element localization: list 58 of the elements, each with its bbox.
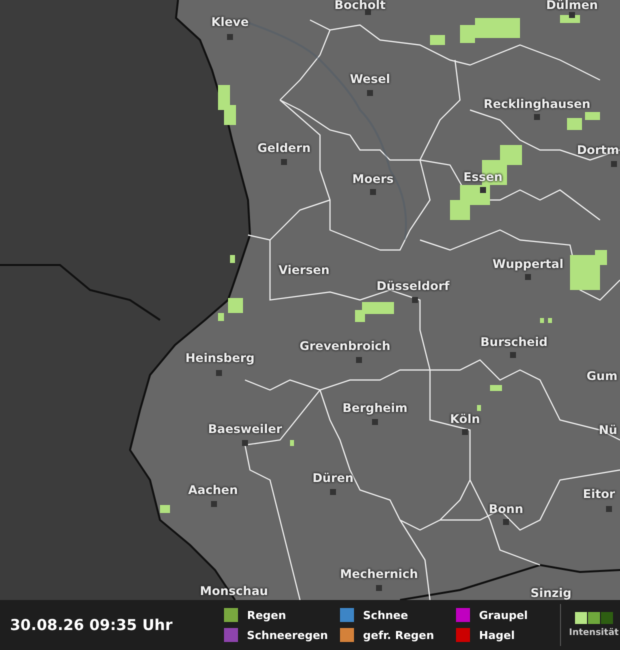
city-marker-icon (211, 501, 217, 507)
city-marker-icon (611, 161, 617, 167)
city-label: Heinsberg (185, 351, 255, 365)
city-label: Bergheim (342, 401, 408, 415)
city-label: Burscheid (480, 335, 548, 349)
city-marker-icon (376, 585, 382, 591)
city-marker-icon (330, 489, 336, 495)
city-marker-icon (510, 352, 516, 358)
city-label: Bonn (488, 502, 524, 516)
city-label: Aachen (188, 483, 238, 497)
city-marker-icon (480, 187, 486, 193)
legend-label: gefr. Regen (363, 628, 434, 642)
city-label: Viersen (278, 263, 330, 277)
city-label: Eitor (582, 487, 616, 501)
city-marker-icon (370, 189, 376, 195)
city-label: Baesweiler (208, 422, 282, 436)
city-marker-icon (525, 274, 531, 280)
city-label: Sinzig (530, 586, 572, 600)
city-marker-icon (367, 90, 373, 96)
timestamp: 30.08.26 09:35 Uhr (9, 616, 174, 634)
city-marker-icon (242, 440, 248, 446)
city-marker-icon (503, 519, 509, 525)
city-label: Nü (598, 423, 618, 437)
city-label: Dülmen (546, 0, 598, 12)
city-label: Wuppertal (492, 257, 564, 271)
city-label: Köln (450, 412, 480, 426)
city-marker-icon (365, 9, 371, 15)
intensity-label: Intensität (569, 628, 619, 638)
city-label: Dortm (576, 143, 620, 157)
city-label: Mechernich (340, 567, 418, 581)
city-label: Recklinghausen (484, 97, 590, 111)
city-marker-icon (227, 34, 233, 40)
city-label: Düsseldorf (376, 279, 450, 293)
city-label: Kleve (211, 15, 249, 29)
city-label: Gum (586, 369, 618, 383)
city-label: Düren (312, 471, 354, 485)
city-marker-icon (462, 429, 468, 435)
city-label: Geldern (257, 141, 311, 155)
legend-label: Graupel (479, 608, 528, 622)
intensity-swatch (574, 612, 587, 624)
city-marker-icon (534, 114, 540, 120)
intensity-swatch (588, 612, 600, 624)
city-label: Grevenbroich (300, 339, 390, 353)
city-marker-icon (569, 12, 575, 18)
city-marker-icon (216, 370, 222, 376)
legend-label: Schnee (363, 608, 408, 622)
city-label: Wesel (350, 72, 390, 86)
legend-label: Regen (247, 608, 286, 622)
city-label: Moers (352, 172, 394, 186)
intensity-swatch (600, 612, 613, 624)
city-marker-icon (372, 419, 378, 425)
legend-label: Hagel (479, 628, 515, 642)
city-label: Bocholt (334, 0, 386, 12)
legend-label: Schneeregen (246, 628, 328, 642)
city-marker-icon (281, 159, 287, 165)
city-marker-icon (356, 357, 362, 363)
city-marker-icon (412, 297, 418, 303)
city-marker-icon (606, 506, 612, 512)
